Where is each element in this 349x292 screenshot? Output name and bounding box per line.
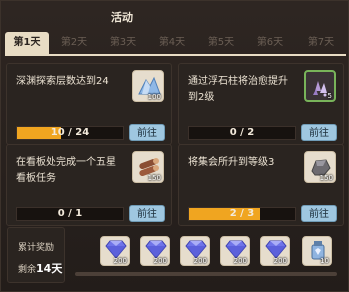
progress-text: 10 / 24 [50, 127, 90, 138]
tab-day-1[interactable]: 第1天 [5, 32, 49, 54]
task-description: 深渊探索层数达到24 [16, 76, 109, 87]
reward-quantity: 200 [193, 257, 207, 265]
reward-quantity: 200 [233, 257, 247, 265]
tab-day-4[interactable]: 第4天 [153, 32, 191, 54]
reward-slot[interactable]: 200 [260, 236, 290, 266]
goto-button[interactable]: 前往 [301, 124, 337, 141]
panel-title: 活动 [111, 11, 133, 24]
reward-slot[interactable]: 200 [140, 236, 170, 266]
wood-log-icon[interactable]: 150 [132, 151, 164, 183]
tab-day-5[interactable]: 第5天 [202, 32, 240, 54]
item-quantity: 5 [327, 92, 332, 100]
task-description: 通过浮石柱将治愈提升到2级 [188, 76, 288, 103]
accumulated-rewards: 累计奖励 剩余14天 200 200 200 200 200 10 [7, 227, 344, 283]
reward-quantity: 200 [153, 257, 167, 265]
progress-bar: 0 / 1 [16, 207, 124, 221]
task-description: 在看板处完成一个五星看板任务 [16, 157, 116, 184]
stone-ore-icon[interactable]: 150 [304, 151, 336, 183]
item-quantity: 150 [147, 174, 161, 182]
task-card: 在看板处完成一个五星看板任务 150 0 / 1 前往 [6, 144, 172, 226]
progress-bar: 2 / 3 [188, 207, 296, 221]
progress-bar: 10 / 24 [16, 126, 124, 140]
tab-day-2[interactable]: 第2天 [55, 32, 93, 54]
task-card: 通过浮石柱将治愈提升到2级 5 0 / 2 前往 [178, 63, 344, 145]
remaining-value: 14天 [36, 262, 63, 275]
day-tabs: 第1天 第2天 第3天 第4天 第5天 第6天 第7天 [5, 32, 346, 54]
progress-bar: 0 / 2 [188, 126, 296, 140]
diamond-icon [105, 240, 127, 259]
goto-button[interactable]: 前往 [301, 205, 337, 222]
tab-underline [5, 54, 346, 56]
task-card: 深渊探索层数达到24 100 10 / 24 前往 [6, 63, 172, 145]
diamond-icon [185, 240, 207, 259]
reward-quantity: 200 [113, 257, 127, 265]
purple-crystal-icon[interactable]: 5 [304, 70, 336, 102]
progress-text: 0 / 1 [57, 208, 83, 219]
remaining-days: 剩余14天 [18, 260, 62, 276]
item-quantity: 150 [319, 174, 333, 182]
progress-text: 2 / 3 [229, 208, 255, 219]
remaining-prefix: 剩余 [18, 265, 37, 275]
task-description: 将集会所升到等级3 [188, 157, 275, 168]
tab-day-6[interactable]: 第6天 [251, 32, 289, 54]
reward-quantity: 10 [320, 257, 329, 265]
blue-crystal-icon[interactable]: 100 [132, 70, 164, 102]
goto-button[interactable]: 前往 [129, 124, 165, 141]
reward-slot[interactable]: 200 [220, 236, 250, 266]
accumulate-box: 累计奖励 剩余14天 [7, 227, 65, 283]
reward-track [75, 272, 337, 276]
reward-slot[interactable]: 200 [100, 236, 130, 266]
reward-quantity: 200 [273, 257, 287, 265]
task-card: 将集会所升到等级3 150 2 / 3 前往 [178, 144, 344, 226]
reward-slot[interactable]: 200 [180, 236, 210, 266]
progress-text: 0 / 2 [229, 127, 255, 138]
goto-button[interactable]: 前往 [129, 205, 165, 222]
diamond-icon [145, 240, 167, 259]
reward-slot[interactable]: 10 [302, 236, 332, 266]
tab-day-3[interactable]: 第3天 [104, 32, 142, 54]
activity-panel: 活动 第1天 第2天 第3天 第4天 第5天 第6天 第7天 深渊探索层数达到2… [0, 0, 349, 292]
diamond-icon [265, 240, 287, 259]
diamond-icon [225, 240, 247, 259]
accumulate-label: 累计奖励 [18, 243, 55, 253]
item-quantity: 100 [147, 93, 161, 101]
tab-day-7[interactable]: 第7天 [302, 32, 340, 54]
